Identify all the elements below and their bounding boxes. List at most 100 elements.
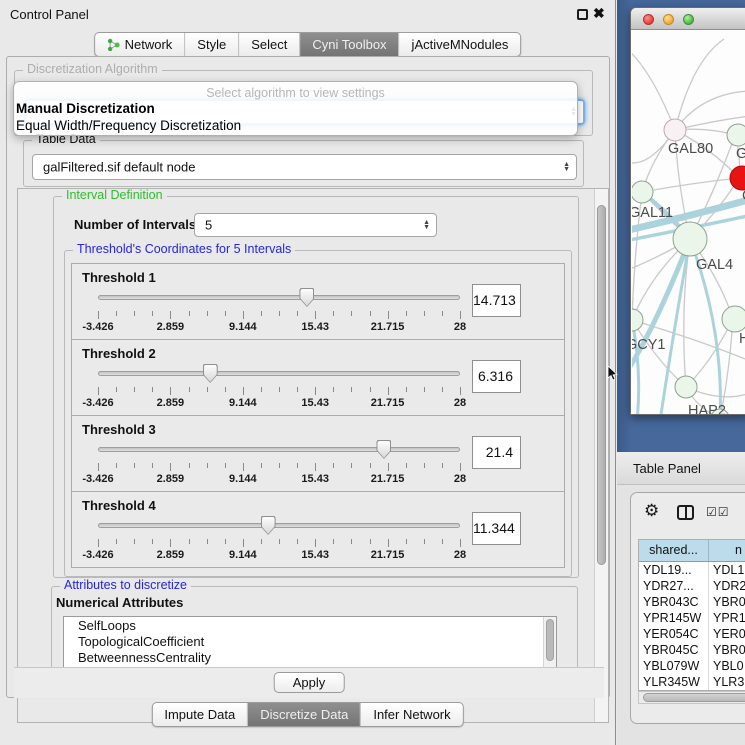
node-table[interactable]: shared... n YDL19...YDL1YDR27...YDR2YBR0… xyxy=(638,539,745,691)
cell-name: YLR3 xyxy=(709,674,744,690)
slider-tick-label: -3.426 xyxy=(82,473,113,485)
threshold-value-field[interactable]: 14.713 xyxy=(472,284,521,317)
columns-icon[interactable] xyxy=(677,505,694,520)
threshold-value-field[interactable]: 21.4 xyxy=(472,436,521,469)
network-node-c[interactable] xyxy=(730,166,745,190)
network-node-hap2[interactable] xyxy=(675,376,697,398)
tab-cyni-toolbox[interactable]: Cyni Toolbox xyxy=(299,33,398,56)
table-row[interactable]: YDL19...YDL1 xyxy=(639,562,745,578)
close-icon[interactable]: ✖ xyxy=(593,5,605,22)
network-node-gal4[interactable] xyxy=(673,222,707,256)
slider-tick xyxy=(279,539,280,544)
network-node-gal80[interactable] xyxy=(664,119,686,141)
attribute-item[interactable]: BetweennessCentrality xyxy=(64,649,556,665)
threshold-value-field[interactable]: 6.316 xyxy=(472,360,521,393)
bottom-tab-discretize-data[interactable]: Discretize Data xyxy=(247,703,360,726)
threshold-panel-2: Threshold 2-3.4262.8599.14415.4321.71528… xyxy=(71,339,565,416)
table-row[interactable]: YPR145WYPR1 xyxy=(639,610,745,626)
slider-tick xyxy=(261,311,262,316)
slider-tick xyxy=(333,387,334,392)
bottom-tab-infer-network[interactable]: Infer Network xyxy=(360,703,462,726)
slider-tick xyxy=(98,539,99,547)
slider-tick xyxy=(261,387,262,392)
attribute-item[interactable]: TopologicalCoefficient xyxy=(64,633,556,649)
table-horizontal-scrollbar[interactable] xyxy=(638,691,745,704)
slider-tick xyxy=(442,539,443,544)
slider-tick xyxy=(406,387,407,392)
combo-arrows-icon: ▲▼ xyxy=(423,220,430,230)
tab-label: Infer Network xyxy=(373,707,450,722)
slider-tick-label: -3.426 xyxy=(82,397,113,409)
node-label-h: H xyxy=(739,331,745,347)
slider-tick xyxy=(460,311,461,319)
slider-tick-label: 21.715 xyxy=(371,321,405,333)
threshold-value-field[interactable]: 11.344 xyxy=(472,512,521,545)
slider-track[interactable] xyxy=(98,523,460,528)
slider-tick-label: 28 xyxy=(454,473,466,485)
table-row[interactable]: YBR045CYBR0 xyxy=(639,642,745,658)
table-row[interactable]: YDR27...YDR2 xyxy=(639,578,745,594)
attributes-scrollbar-thumb[interactable] xyxy=(546,619,554,661)
slider-tick xyxy=(225,387,226,392)
bottom-tab-impute-data[interactable]: Impute Data xyxy=(152,703,247,726)
mac-minimize-icon[interactable] xyxy=(663,14,674,25)
network-edge-highlighted[interactable] xyxy=(632,239,690,376)
select-columns-checkboxes-icon[interactable]: ☑☑ xyxy=(706,505,730,519)
attribute-item[interactable]: SelfLoops xyxy=(64,617,556,633)
algorithm-option-manual[interactable]: Manual Discretization xyxy=(16,101,155,116)
network-node-h[interactable] xyxy=(722,306,745,332)
slider-track[interactable] xyxy=(98,447,460,452)
network-edge[interactable] xyxy=(632,49,675,130)
slider-tick xyxy=(297,463,298,468)
slider-tick xyxy=(370,463,371,468)
tab-style[interactable]: Style xyxy=(184,33,238,56)
threshold-slider[interactable]: -3.4262.8599.14415.4321.71528 xyxy=(98,516,460,562)
cell-shared-name: YDR27... xyxy=(639,578,709,594)
slider-thumb[interactable] xyxy=(261,516,276,535)
slider-tick xyxy=(370,539,371,544)
node-label-hap2: HAP2 xyxy=(688,403,726,415)
network-edge[interactable] xyxy=(642,178,739,192)
network-node-gal11[interactable] xyxy=(632,181,653,203)
threshold-slider[interactable]: -3.4262.8599.14415.4321.71528 xyxy=(98,364,460,410)
slider-track[interactable] xyxy=(98,295,460,300)
mac-close-icon[interactable] xyxy=(643,14,654,25)
network-node-ga[interactable] xyxy=(727,124,745,146)
slider-tick-label: 15.43 xyxy=(301,549,329,561)
mac-zoom-icon[interactable] xyxy=(683,14,694,25)
num-intervals-combobox[interactable]: 5 ▲▼ xyxy=(194,213,437,237)
network-edge[interactable] xyxy=(675,39,724,130)
node-label-gal4: GAL4 xyxy=(696,257,733,273)
network-canvas[interactable]: GAL80GACGAL11GAL4GCY1HHAP2 xyxy=(632,31,745,415)
network-edge[interactable] xyxy=(720,319,733,415)
settings-vertical-scrollbar[interactable] xyxy=(594,189,608,722)
tab-network[interactable]: Network xyxy=(95,33,185,56)
slider-tick xyxy=(279,463,280,468)
settings-scrollbar-thumb[interactable] xyxy=(597,205,606,565)
float-window-icon[interactable] xyxy=(577,9,588,20)
threshold-slider[interactable]: -3.4262.8599.14415.4321.71528 xyxy=(98,288,460,334)
column-header-name[interactable]: n xyxy=(709,540,742,561)
table-row[interactable]: YBL079WYBL0 xyxy=(639,658,745,674)
slider-thumb[interactable] xyxy=(203,364,218,383)
gear-icon[interactable]: ⚙ xyxy=(644,501,659,521)
interval-definition-title: Interval Definition xyxy=(62,188,167,202)
slider-tick xyxy=(351,387,352,392)
network-node-gcy1[interactable] xyxy=(632,309,643,331)
network-edge[interactable] xyxy=(686,319,733,387)
slider-track[interactable] xyxy=(98,371,460,376)
table-row[interactable]: YER054CYER0 xyxy=(639,626,745,642)
table-row[interactable]: YBR043CYBR0 xyxy=(639,594,745,610)
apply-button[interactable]: Apply xyxy=(274,672,345,693)
tab-select[interactable]: Select xyxy=(238,33,299,56)
tab-jactivemnodules[interactable]: jActiveMNodules xyxy=(399,33,521,56)
algorithm-option-equal-width[interactable]: Equal Width/Frequency Discretization xyxy=(16,118,241,133)
table-hscrollbar-thumb[interactable] xyxy=(643,693,745,702)
table-data-combobox[interactable]: galFiltered.sif default node ▲▼ xyxy=(32,154,577,180)
threshold-slider[interactable]: -3.4262.8599.14415.4321.71528 xyxy=(98,440,460,486)
network-edge-highlighted[interactable] xyxy=(632,320,639,415)
slider-thumb[interactable] xyxy=(376,440,391,459)
slider-thumb[interactable] xyxy=(299,288,314,307)
column-header-shared-name[interactable]: shared... xyxy=(639,540,709,561)
table-row[interactable]: YLR345WYLR3 xyxy=(639,674,745,690)
